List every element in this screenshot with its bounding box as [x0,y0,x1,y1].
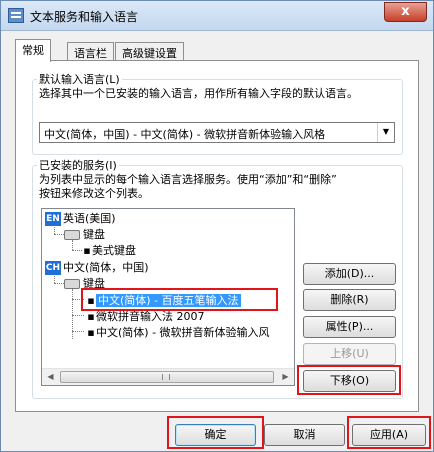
default-language-value: 中文(简体，中国) - 中文(简体) - 微软拼音新体验输入风格 [44,128,326,141]
properties-button[interactable]: 属性(P)... [303,316,396,338]
bullet-icon: ▪ [87,326,95,339]
apply-button[interactable]: 应用(A) [352,424,426,446]
default-input-description: 选择其中一个已安装的输入语言，用作所有输入字段的默认语言。 [39,87,358,100]
scroll-thumb[interactable] [60,371,274,383]
scroll-right-icon[interactable]: ▶ [277,369,294,385]
installed-services-description-1: 为列表中显示的每个输入语言选择服务。使用“添加”和“删除” [39,173,337,186]
cancel-button[interactable]: 取消 [264,424,345,446]
tree-item-us-keyboard[interactable]: ▪美式键盘 [82,243,136,259]
keyboard-icon [64,230,80,240]
tree-item-lang-en[interactable]: EN 英语(美国) [45,211,116,227]
keyboard-icon [64,279,80,289]
title-bar: 文本服务和输入语言 x [1,1,433,31]
installed-services-group-label: 已安装的服务(I) [37,157,119,173]
lang-badge-ch: CH [45,261,61,275]
lang-badge-en: EN [45,212,61,226]
tree-item-label: 键盘 [83,228,105,241]
tree-item-lang-ch[interactable]: CH 中文(简体，中国) [45,260,149,276]
tree-item-label: 美式键盘 [92,244,136,257]
tree-horizontal-scrollbar[interactable]: ◀ ▶ [42,368,294,385]
tab-advanced-key-settings[interactable]: 高级键设置 [115,42,184,61]
add-button[interactable]: 添加(D)... [303,263,396,285]
default-input-group-label: 默认输入语言(L) [37,71,122,87]
tree-item-label: 键盘 [83,277,105,290]
services-tree[interactable]: EN 英语(美国) 键盘 ▪美式键盘 CH 中文(简体，中国) 键盘 ▪ 中文(简体)… [41,208,295,386]
tree-item-label: 中文(简体，中国) [63,261,149,274]
tree-item-label-selected: 中文(简体) - 百度五笔输入法 [96,294,241,307]
bullet-icon: ▪ [87,310,95,323]
tree-item-label: 中文(简体) - 微软拼音新体验输入风 [96,326,270,339]
tree-item-label: 英语(美国) [63,212,116,225]
default-language-select[interactable]: 中文(简体，中国) - 中文(简体) - 微软拼音新体验输入风格 ▼ [39,122,395,143]
remove-button[interactable]: 删除(R) [303,289,396,311]
app-icon [8,8,24,23]
move-up-button[interactable]: 上移(U) [303,343,396,365]
bullet-icon: ▪ [87,294,95,307]
tab-language-bar[interactable]: 语言栏 [67,42,114,61]
tree-item-keyboard-en[interactable]: 键盘 [64,227,105,243]
dialog-window: 文本服务和输入语言 x 常规 语言栏 高级键设置 默认输入语言(L) 选择其中一… [0,0,434,452]
bullet-icon: ▪ [83,244,91,257]
installed-services-description-2: 按钮来修改这个列表。 [39,187,149,200]
tab-general[interactable]: 常规 [15,39,51,62]
move-down-button[interactable]: 下移(O) [303,370,396,392]
tree-item-label: 微软拼音输入法 2007 [96,310,205,323]
window-title: 文本服务和输入语言 [30,10,139,24]
scroll-left-icon[interactable]: ◀ [42,369,59,385]
tree-item-ms-pinyin-new[interactable]: ▪中文(简体) - 微软拼音新体验输入风 [86,325,270,341]
ok-button[interactable]: 确定 [175,424,256,446]
close-button[interactable]: x [384,2,427,22]
tree-item-keyboard-ch[interactable]: 键盘 [64,276,105,292]
tree-item-ms-pinyin-2007[interactable]: ▪微软拼音输入法 2007 [86,309,205,325]
chevron-down-icon[interactable]: ▼ [377,123,394,142]
tree-item-baidu-wubi[interactable]: ▪ 中文(简体) - 百度五笔输入法 [86,293,241,309]
